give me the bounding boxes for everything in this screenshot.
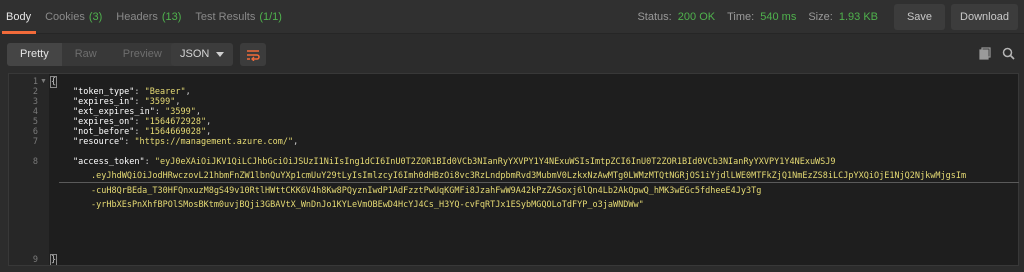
search-icon[interactable] — [1002, 47, 1015, 60]
tab-cookies[interactable]: Cookies (3) — [38, 0, 109, 34]
response-body-editor[interactable]: 1 ▼ 2 3 4 5 6 7 8 9 { "token_type": "Bea… — [8, 73, 1019, 266]
json-key: "token_type" — [73, 87, 135, 97]
wrap-lines-icon — [247, 49, 260, 61]
json-key: "not_before" — [73, 127, 135, 137]
line-number: 8 — [32, 157, 38, 167]
token-part: -yrHbXEsPnXhfBPOlSMosBKtm0uvjBQji3GBAVtX… — [91, 200, 644, 210]
code-line: "expires_in": "3599", — [73, 97, 181, 107]
line-number: 9 — [32, 255, 38, 265]
line-number: 7 — [32, 137, 38, 147]
format-value: JSON — [180, 48, 210, 60]
json-value: "3599" — [165, 107, 196, 117]
line-number: 3 — [32, 97, 38, 107]
tab-count: (1/1) — [259, 11, 282, 23]
code-content: { "token_type": "Bearer", "expires_in": … — [49, 74, 1018, 265]
line-number-gutter: 1 ▼ 2 3 4 5 6 7 8 9 — [9, 74, 49, 265]
body-tools — [979, 47, 1015, 60]
response-tab-bar: Body Cookies (3) Headers (13) Test Resul… — [0, 0, 1024, 34]
size-stat: Size: 1.93 KB — [808, 11, 878, 23]
tab-count: (13) — [161, 11, 182, 23]
json-value: "Bearer" — [144, 87, 186, 97]
line-number: 2 — [32, 87, 38, 97]
code-line: "token_type": "Bearer", — [73, 87, 191, 97]
json-key: "ext_expires_in" — [73, 107, 155, 117]
json-key: "expires_on" — [73, 117, 135, 127]
size-label: Size: — [808, 11, 833, 23]
code-line: { — [49, 76, 58, 88]
download-button[interactable]: Download — [951, 4, 1018, 30]
line-number: 1 — [32, 77, 38, 87]
json-value: "https://management.azure.com/" — [134, 137, 294, 147]
tab-label: Body — [6, 11, 32, 23]
format-select[interactable]: JSON — [171, 43, 233, 66]
response-tabs: Body Cookies (3) Headers (13) Test Resul… — [0, 0, 289, 34]
fold-toggle-icon[interactable]: ▼ — [40, 77, 47, 87]
line-number: 5 — [32, 117, 38, 127]
json-value: "3599" — [144, 97, 176, 107]
time-label: Time: — [727, 11, 755, 23]
size-value[interactable]: 1.93 KB — [839, 11, 878, 23]
response-meta: Status: 200 OK Time: 540 ms Size: 1.93 K… — [637, 0, 1024, 34]
time-stat: Time: 540 ms — [727, 11, 796, 23]
save-button[interactable]: Save — [894, 4, 945, 30]
code-line-continuation: -yrHbXEsPnXhfBPOlSMosBKtm0uvjBQji3GBAVtX… — [91, 200, 644, 210]
json-value: "eyJ0eXAiOiJKV1QiLCJhbGciOiJSUzI1NiIsIng… — [154, 157, 836, 167]
tab-count: (3) — [88, 11, 103, 23]
token-part: -cuH8QrBEda_T30HFQnxuzM8gS49v10RtlHWttCK… — [91, 186, 762, 196]
wrap-lines-button[interactable] — [240, 43, 266, 66]
json-value: "1564669028" — [144, 127, 207, 137]
pretty-button[interactable]: Pretty — [7, 43, 62, 66]
status-stat: Status: 200 OK — [637, 11, 715, 23]
view-mode-switch: Pretty Raw Preview — [7, 43, 175, 66]
line-number: 4 — [32, 107, 38, 117]
line-number: 6 — [32, 127, 38, 137]
code-line-continuation: -cuH8QrBEda_T30HFQnxuzM8gS49v10RtlHWttCK… — [91, 186, 761, 196]
code-line: "resource": "https://management.azure.co… — [73, 137, 299, 147]
code-line: "ext_expires_in": "3599", — [73, 107, 201, 117]
code-line: "access_token": "eyJ0eXAiOiJKV1QiLCJhbGc… — [73, 157, 836, 167]
open-brace: { — [49, 76, 58, 88]
raw-button[interactable]: Raw — [62, 43, 110, 66]
json-key: "expires_in" — [73, 97, 135, 107]
tab-label: Headers — [116, 11, 158, 23]
tab-label: Cookies — [45, 11, 85, 23]
code-line-continuation: .eyJhdWQiOiJodHRwczovL21hbmFnZW1lbnQuYXp… — [91, 171, 966, 181]
json-key: "resource" — [73, 137, 125, 147]
json-value: "1564672928" — [144, 117, 207, 127]
body-toolbar: Pretty Raw Preview JSON — [0, 35, 1024, 73]
code-line: "not_before": "1564669028", — [73, 127, 212, 137]
chevron-down-icon — [216, 52, 224, 57]
json-key: "access_token" — [73, 157, 145, 167]
tab-test-results[interactable]: Test Results (1/1) — [188, 0, 289, 34]
tab-body[interactable]: Body — [0, 0, 38, 34]
time-value[interactable]: 540 ms — [760, 11, 796, 23]
horizontal-scrollbar[interactable] — [59, 182, 1019, 183]
status-value[interactable]: 200 OK — [678, 11, 715, 23]
status-label: Status: — [637, 11, 672, 23]
tab-label: Test Results — [195, 11, 256, 23]
code-line: "expires_on": "1564672928", — [73, 117, 212, 127]
preview-button[interactable]: Preview — [110, 43, 175, 66]
tab-headers[interactable]: Headers (13) — [109, 0, 188, 34]
code-line: } — [49, 254, 58, 265]
close-brace: } — [49, 254, 58, 265]
token-part: .eyJhdWQiOiJodHRwczovL21hbmFnZW1lbnQuYXp… — [91, 171, 967, 181]
copy-icon[interactable] — [979, 47, 992, 60]
